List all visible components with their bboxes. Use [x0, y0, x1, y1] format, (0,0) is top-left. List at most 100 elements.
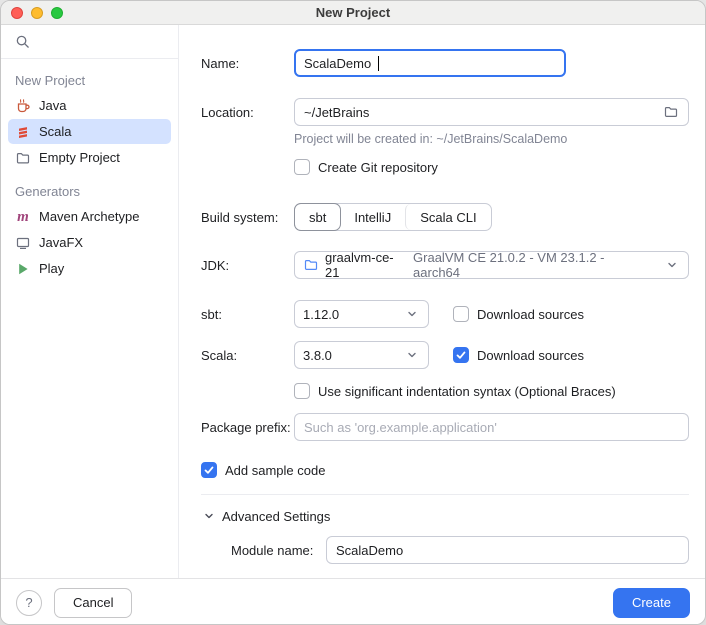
sidebar-item-label: JavaFX — [39, 235, 83, 250]
build-system-label: Build system: — [201, 210, 294, 225]
sidebar-item-label: Play — [39, 261, 64, 276]
generator-search[interactable] — [1, 25, 178, 59]
sidebar: New Project Java — [1, 25, 179, 578]
advanced-settings-label: Advanced Settings — [222, 509, 330, 524]
git-row: Create Git repository — [201, 159, 689, 175]
name-input[interactable]: ScalaDemo — [294, 49, 566, 77]
location-value: ~/JetBrains — [304, 105, 657, 120]
sbt-download-sources-checkbox[interactable] — [453, 306, 469, 322]
module-name-input[interactable]: ScalaDemo — [326, 536, 689, 564]
close-window-button[interactable] — [11, 7, 23, 19]
chevron-down-icon — [404, 306, 420, 322]
sidebar-item-label: Maven Archetype — [39, 209, 139, 224]
jdk-label: JDK: — [201, 258, 294, 273]
sbt-version-select[interactable]: 1.12.0 — [294, 300, 429, 328]
chevron-down-icon — [404, 347, 420, 363]
indentation-checkbox[interactable] — [294, 383, 310, 399]
help-button-label: ? — [25, 595, 32, 610]
sbt-row: sbt: 1.12.0 Download sources — [201, 300, 689, 328]
sbt-sources-row: Download sources — [453, 306, 584, 322]
window-title: New Project — [1, 5, 705, 20]
traffic-lights — [11, 7, 63, 19]
zoom-window-button[interactable] — [51, 7, 63, 19]
sbt-label: sbt: — [201, 307, 294, 322]
build-system-segmented: sbt IntelliJ Scala CLI — [294, 203, 492, 231]
new-project-dialog: New Project New Project J — [0, 0, 706, 625]
git-checkbox[interactable] — [294, 159, 310, 175]
package-prefix-placeholder: Such as 'org.example.application' — [304, 420, 497, 435]
package-prefix-input[interactable]: Such as 'org.example.application' — [294, 413, 689, 441]
jdk-detail: GraalVM CE 21.0.2 - VM 23.1.2 - aarch64 — [413, 250, 652, 280]
git-checkbox-row: Create Git repository — [294, 159, 438, 175]
advanced-divider — [201, 494, 689, 495]
sidebar-item-empty-project[interactable]: Empty Project — [8, 145, 171, 170]
build-system-row: Build system: sbt IntelliJ Scala CLI — [201, 203, 689, 231]
scala-row: Scala: 3.8.0 Download sources — [201, 341, 689, 369]
folder-browse-icon[interactable] — [663, 104, 679, 120]
title-bar: New Project — [1, 1, 705, 25]
create-button[interactable]: Create — [613, 588, 690, 618]
name-row: Name: ScalaDemo — [201, 49, 689, 77]
javafx-icon — [15, 235, 31, 251]
module-name-value: ScalaDemo — [336, 543, 403, 558]
sidebar-section-generators: Generators — [15, 184, 178, 199]
location-hint-row: Project will be created in: ~/JetBrains/… — [201, 132, 689, 146]
create-button-label: Create — [632, 595, 671, 610]
sidebar-item-play[interactable]: Play — [8, 256, 171, 281]
scala-version-select[interactable]: 3.8.0 — [294, 341, 429, 369]
help-button[interactable]: ? — [16, 590, 42, 616]
build-system-option-intellij[interactable]: IntelliJ — [340, 204, 405, 230]
indentation-checkbox-label: Use significant indentation syntax (Opti… — [318, 384, 616, 399]
advanced-settings-toggle[interactable]: Advanced Settings — [201, 508, 689, 524]
name-value: ScalaDemo — [304, 56, 371, 71]
sidebar-section-new-project: New Project — [15, 73, 178, 88]
sidebar-item-label: Empty Project — [39, 150, 120, 165]
jdk-name: graalvm-ce-21 — [325, 250, 407, 280]
indentation-checkbox-row: Use significant indentation syntax (Opti… — [294, 383, 616, 399]
scala-icon — [15, 124, 31, 140]
cancel-button[interactable]: Cancel — [54, 588, 132, 618]
sidebar-item-javafx[interactable]: JavaFX — [8, 230, 171, 255]
search-icon — [14, 34, 30, 50]
sbt-version-value: 1.12.0 — [303, 307, 339, 322]
project-settings-panel: Name: ScalaDemo Location: ~/JetBrains Pr — [179, 25, 705, 578]
sample-code-checkbox-row: Add sample code — [201, 462, 325, 478]
scala-version-value: 3.8.0 — [303, 348, 332, 363]
cancel-button-label: Cancel — [73, 595, 113, 610]
scala-label: Scala: — [201, 348, 294, 363]
build-system-option-sbt[interactable]: sbt — [295, 204, 340, 230]
indentation-row: Use significant indentation syntax (Opti… — [201, 383, 689, 399]
package-prefix-row: Package prefix: Such as 'org.example.app… — [201, 413, 689, 441]
sidebar-item-label: Scala — [39, 124, 72, 139]
chevron-down-icon — [664, 257, 680, 273]
location-label: Location: — [201, 105, 294, 120]
chevron-down-icon — [201, 508, 217, 524]
sidebar-item-maven-archetype[interactable]: m Maven Archetype — [8, 204, 171, 229]
sbt-download-sources-label: Download sources — [477, 307, 584, 322]
sidebar-item-java[interactable]: Java — [8, 93, 171, 118]
jdk-select[interactable]: graalvm-ce-21 GraalVM CE 21.0.2 - VM 23.… — [294, 251, 689, 279]
build-system-option-scala-cli[interactable]: Scala CLI — [405, 204, 490, 230]
sample-code-checkbox[interactable] — [201, 462, 217, 478]
module-name-row: Module name: ScalaDemo — [231, 536, 689, 564]
sample-code-checkbox-label: Add sample code — [225, 463, 325, 478]
package-prefix-label: Package prefix: — [201, 420, 294, 435]
scala-download-sources-label: Download sources — [477, 348, 584, 363]
text-caret — [378, 56, 379, 71]
scala-download-sources-checkbox[interactable] — [453, 347, 469, 363]
minimize-window-button[interactable] — [31, 7, 43, 19]
play-icon — [15, 261, 31, 277]
empty-project-icon — [15, 150, 31, 166]
jdk-row: JDK: graalvm-ce-21 GraalVM CE 21.0.2 - V… — [201, 251, 689, 279]
java-icon — [15, 98, 31, 114]
dialog-footer: ? Cancel Create — [1, 578, 705, 625]
sidebar-item-label: Java — [39, 98, 66, 113]
module-name-label: Module name: — [231, 543, 326, 558]
location-hint: Project will be created in: ~/JetBrains/… — [294, 132, 567, 146]
name-label: Name: — [201, 56, 294, 71]
jdk-icon — [303, 257, 319, 273]
location-input[interactable]: ~/JetBrains — [294, 98, 689, 126]
sample-code-row: Add sample code — [201, 462, 689, 478]
git-checkbox-label: Create Git repository — [318, 160, 438, 175]
sidebar-item-scala[interactable]: Scala — [8, 119, 171, 144]
